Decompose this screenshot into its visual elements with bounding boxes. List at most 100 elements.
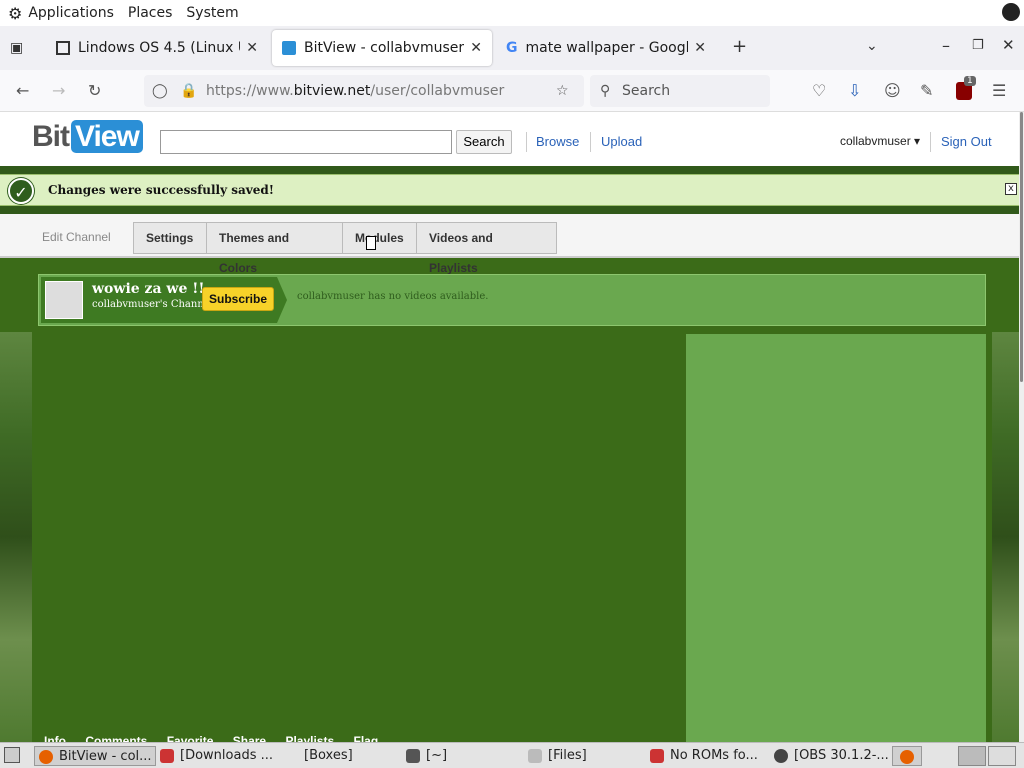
- shield-icon[interactable]: ◯: [152, 75, 168, 107]
- background-wallpaper-left: [0, 332, 32, 742]
- tab-videos-and-playlists[interactable]: Videos and Playlists: [416, 222, 557, 275]
- tab-overview-icon[interactable]: ▣: [10, 40, 23, 56]
- scrollbar-thumb[interactable]: [1020, 112, 1023, 382]
- workspace-2[interactable]: [988, 746, 1016, 766]
- notice-box: ✓ Changes were successfully saved! x: [0, 174, 1019, 206]
- account-icon[interactable]: ☺: [884, 81, 901, 100]
- browser-search-box[interactable]: ⚲ Search: [590, 75, 770, 107]
- firefox-icon: [900, 749, 914, 764]
- tab-modules[interactable]: Modules: [342, 222, 417, 254]
- close-tab-icon[interactable]: ✕: [694, 40, 706, 56]
- site-search-input[interactable]: [160, 130, 452, 154]
- downloads-app-icon: [160, 748, 174, 763]
- tab-list-chevron-icon[interactable]: ⌄: [866, 38, 878, 54]
- system-menu[interactable]: System: [186, 5, 238, 21]
- info-action[interactable]: Info: [44, 734, 66, 742]
- notice-text: Changes were successfully saved!: [48, 183, 275, 197]
- taskbar-label: [OBS 30.1.2-...: [794, 748, 888, 763]
- flag-action[interactable]: Flag: [353, 734, 378, 742]
- back-icon[interactable]: ←: [16, 81, 29, 100]
- mouse-cursor-icon: [366, 236, 376, 250]
- taskbar-item-files[interactable]: [Files]: [528, 746, 638, 766]
- favorite-action[interactable]: Favorite: [167, 734, 214, 742]
- reload-icon[interactable]: ↻: [88, 81, 101, 100]
- close-window-icon[interactable]: ✕: [1002, 36, 1015, 54]
- tab-bitview[interactable]: BitView - collabvmuser's Ch ✕: [272, 30, 492, 66]
- obs-icon: [774, 748, 788, 763]
- tab-title: Lindows OS 4.5 (Linux User a: [78, 40, 240, 56]
- playlists-action[interactable]: Playlists: [285, 734, 334, 742]
- taskbar-item-obs[interactable]: [OBS 30.1.2-...: [774, 746, 888, 766]
- mate-logo-icon[interactable]: ⚙: [8, 4, 22, 23]
- logo-view: View: [71, 120, 143, 153]
- downloads-icon[interactable]: ⇩: [848, 81, 861, 100]
- page-viewport: Bit View Search Browse Upload collabvmuse…: [0, 112, 1019, 742]
- comments-action[interactable]: Comments: [85, 734, 147, 742]
- taskbar-item-terminal[interactable]: [~]: [406, 746, 516, 766]
- taskbar-item-boxes[interactable]: [Boxes]: [284, 746, 394, 766]
- terminal-icon: [406, 748, 420, 763]
- notice-banner: ✓ Changes were successfully saved! x: [0, 166, 1019, 214]
- bitview-logo[interactable]: Bit View: [32, 120, 143, 154]
- taskbar-label: [Downloads ...: [180, 748, 273, 763]
- taskbar: BitView - col... [Downloads ... [Boxes] …: [0, 742, 1024, 768]
- browse-link[interactable]: Browse: [536, 134, 579, 149]
- tab-lindows[interactable]: Lindows OS 4.5 (Linux User a ✕: [46, 30, 268, 66]
- menu-icon[interactable]: ☰: [992, 81, 1006, 100]
- show-desktop-icon[interactable]: [4, 747, 20, 763]
- share-action[interactable]: Share: [233, 734, 266, 742]
- channel-name: wowie za we !!: [92, 281, 205, 297]
- checkmark-icon: ✓: [8, 178, 34, 204]
- chevron-down-icon: ▾: [914, 134, 921, 148]
- taskbar-label: [Files]: [548, 748, 587, 763]
- taskbar-firefox-launcher[interactable]: [892, 746, 922, 766]
- url-prefix: https://www.: [206, 83, 294, 99]
- taskbar-item-downloads[interactable]: [Downloads ...: [160, 746, 280, 766]
- taskbar-label: No ROMs fo...: [670, 748, 758, 763]
- minimize-icon[interactable]: –: [942, 36, 950, 55]
- folder-icon: [528, 748, 542, 763]
- sign-out-link[interactable]: Sign Out: [941, 134, 992, 149]
- taskbar-label: [Boxes]: [304, 748, 353, 763]
- boxes-icon: [284, 749, 298, 763]
- lock-icon[interactable]: 🔒: [180, 75, 197, 107]
- tab-title: BitView - collabvmuser's Ch: [304, 40, 465, 56]
- channel-header: wowie za we !! collabvmuser's Channel Su…: [38, 274, 986, 326]
- video-actions: Info Comments Favorite Share Playlists F…: [44, 734, 394, 742]
- workspace-1[interactable]: [958, 746, 986, 766]
- tab-settings[interactable]: Settings: [133, 222, 207, 254]
- applications-menu[interactable]: Applications: [28, 5, 114, 21]
- username: collabvmuser: [840, 134, 911, 148]
- site-search-button[interactable]: Search: [456, 130, 512, 154]
- address-bar[interactable]: ◯ 🔒 https://www.bitview.net/user/collabv…: [144, 75, 584, 107]
- firefox-icon: [39, 749, 53, 764]
- page-scrollbar[interactable]: [1019, 112, 1024, 742]
- taskbar-item-roms[interactable]: No ROMs fo...: [650, 746, 766, 766]
- new-tab-icon[interactable]: +: [732, 36, 747, 57]
- edit-channel-label: Edit Channel: [42, 230, 111, 244]
- close-tab-icon[interactable]: ✕: [470, 40, 482, 56]
- no-videos-text: collabvmuser has no videos available.: [297, 291, 489, 302]
- bitview-favicon-icon: [282, 41, 296, 55]
- taskbar-item-bitview[interactable]: BitView - col...: [34, 746, 156, 766]
- network-icon[interactable]: [1002, 3, 1020, 21]
- user-menu[interactable]: collabvmuser ▾: [840, 134, 920, 148]
- tab-google[interactable]: G mate wallpaper - Google Se ✕: [496, 30, 716, 66]
- search-placeholder: Search: [622, 83, 671, 99]
- forward-icon[interactable]: →: [52, 81, 65, 100]
- sidebar-panel: [686, 334, 986, 742]
- extensions-icon[interactable]: ✎: [920, 81, 933, 100]
- avatar[interactable]: [45, 281, 83, 319]
- maximize-icon[interactable]: ❐: [972, 38, 984, 53]
- places-menu[interactable]: Places: [128, 5, 173, 21]
- tab-themes-and-colors[interactable]: Themes and Colors: [206, 222, 343, 275]
- close-notice-button[interactable]: x: [1005, 183, 1017, 195]
- bookmark-star-icon[interactable]: ☆: [556, 75, 569, 107]
- search-icon: ⚲: [600, 83, 611, 99]
- pocket-icon[interactable]: ♡: [812, 81, 826, 100]
- channel-subtitle: collabvmuser's Channel: [92, 299, 213, 310]
- close-tab-icon[interactable]: ✕: [246, 40, 258, 56]
- site-header: Bit View Search Browse Upload collabvmuse…: [0, 112, 1019, 166]
- subscribe-button[interactable]: Subscribe: [202, 287, 274, 311]
- upload-link[interactable]: Upload: [601, 134, 642, 149]
